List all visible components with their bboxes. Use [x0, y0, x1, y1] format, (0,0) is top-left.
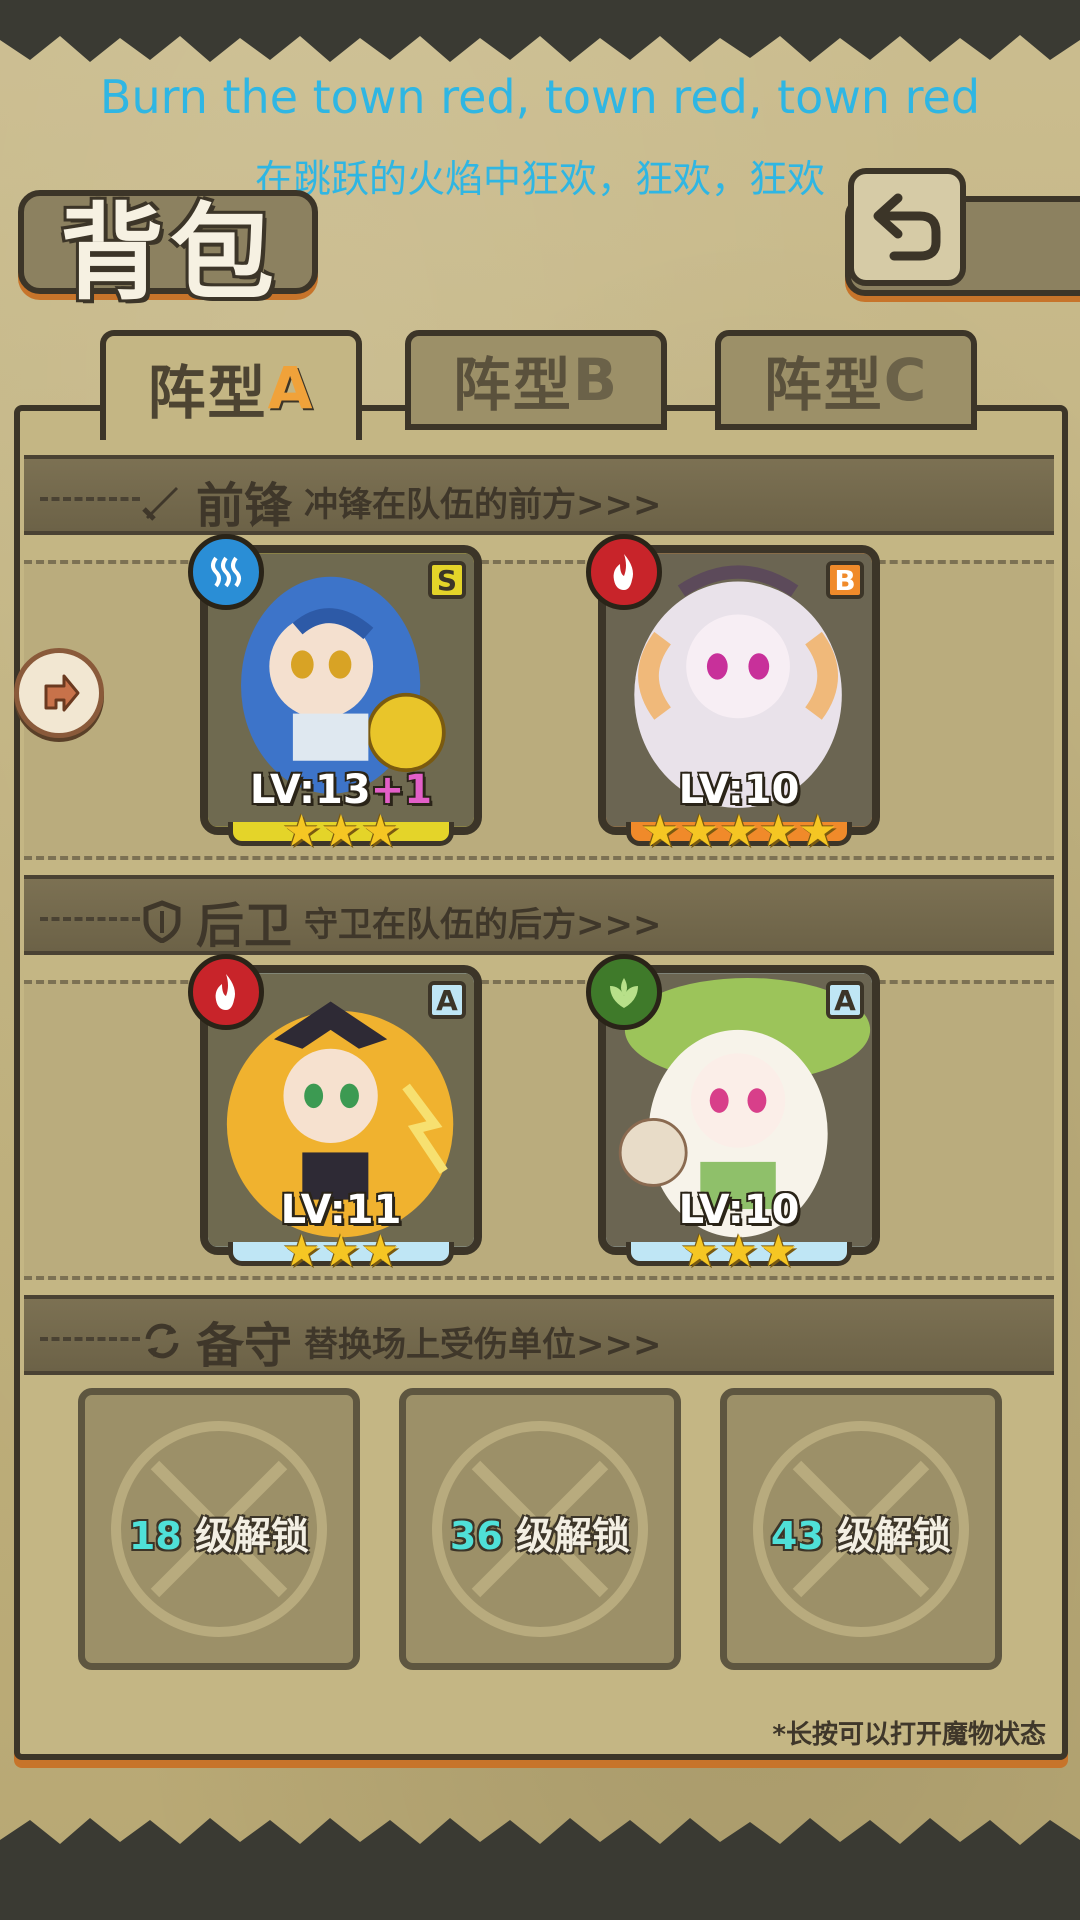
reserve-slot-locked[interactable]: 36 级解锁 [399, 1388, 681, 1670]
dash-line [40, 917, 140, 921]
tab-c-letter: C [883, 346, 929, 414]
section-reserve-name: 备守 [196, 1318, 293, 1374]
unlock-text: 级解锁 [516, 1514, 631, 1558]
unlock-label: 18 级解锁 [85, 1505, 353, 1560]
flame-icon [613, 554, 633, 590]
section-back-name: 后卫 [196, 898, 293, 954]
rank-badge: A [826, 981, 864, 1019]
tab-a-letter: A [267, 354, 315, 422]
tab-b-label: 阵型 [452, 351, 573, 419]
sword-icon [142, 487, 178, 521]
back-button[interactable] [848, 168, 966, 286]
dash-line [40, 1337, 140, 1341]
section-reserve-subtitle: 替换场上受伤单位>>> [304, 1324, 662, 1365]
next-formation-button[interactable] [14, 648, 104, 738]
reserve-slot-locked[interactable]: 43 级解锁 [720, 1388, 1002, 1670]
lyric-english: Burn the town red, town red, town red [99, 70, 981, 124]
dash-line [40, 497, 140, 501]
tab-formation-b[interactable]: 阵型 B [405, 330, 667, 430]
section-front-name: 前锋 [196, 478, 293, 534]
section-back-title: 后卫 守卫在队伍的后方>>> [140, 886, 661, 956]
fire-element-icon [586, 534, 662, 610]
section-front-subtitle: 冲锋在队伍的前方>>> [304, 484, 662, 525]
tab-formation-c[interactable]: 阵型 C [715, 330, 977, 430]
section-back-subtitle: 守卫在队伍的后方>>> [304, 904, 662, 945]
page-title: 背包 [60, 191, 281, 314]
star-rating: ★★★ [679, 1225, 799, 1277]
star-rating: ★★★ [281, 805, 401, 857]
rank-badge: A [428, 981, 466, 1019]
bottom-torn-edge [0, 1818, 1080, 1920]
unlock-label: 43 级解锁 [727, 1505, 995, 1560]
back-row-band [24, 980, 1054, 1280]
section-reserve-title: 备守 替换场上受伤单位>>> [140, 1306, 661, 1376]
arrow-right-icon [44, 674, 80, 712]
unlock-level: 36 [449, 1514, 503, 1558]
tab-a-label: 阵型 [147, 359, 268, 427]
rank-badge: S [428, 561, 466, 599]
swap-icon [145, 1323, 179, 1359]
unlock-level: 43 [770, 1514, 824, 1558]
reserve-slot-locked[interactable]: 18 级解锁 [78, 1388, 360, 1670]
tab-b-letter: B [572, 346, 620, 414]
rank-badge: B [826, 561, 864, 599]
top-torn-edge [0, 0, 1080, 62]
tab-formation-a[interactable]: 阵型 A [100, 330, 362, 440]
flame-icon [215, 974, 235, 1010]
return-arrow-icon [873, 193, 941, 261]
long-press-hint: *长按可以打开魔物状态 [772, 1720, 1046, 1750]
nature-element-icon [586, 954, 662, 1030]
unlock-text: 级解锁 [195, 1514, 310, 1558]
shield-icon [143, 900, 181, 943]
unlock-level: 18 [128, 1514, 182, 1558]
unlock-text: 级解锁 [837, 1514, 952, 1558]
front-row-band [24, 560, 1054, 860]
unlock-label: 36 级解锁 [406, 1505, 674, 1560]
tab-c-label: 阵型 [763, 351, 884, 419]
section-front-title: 前锋 冲锋在队伍的前方>>> [140, 466, 661, 536]
water-element-icon [188, 534, 264, 610]
star-rating: ★★★ [281, 1225, 401, 1277]
wave-icon [211, 556, 241, 588]
fire-element-icon [188, 954, 264, 1030]
leaf-icon [610, 978, 638, 1008]
star-rating: ★★★★★ [640, 805, 838, 857]
